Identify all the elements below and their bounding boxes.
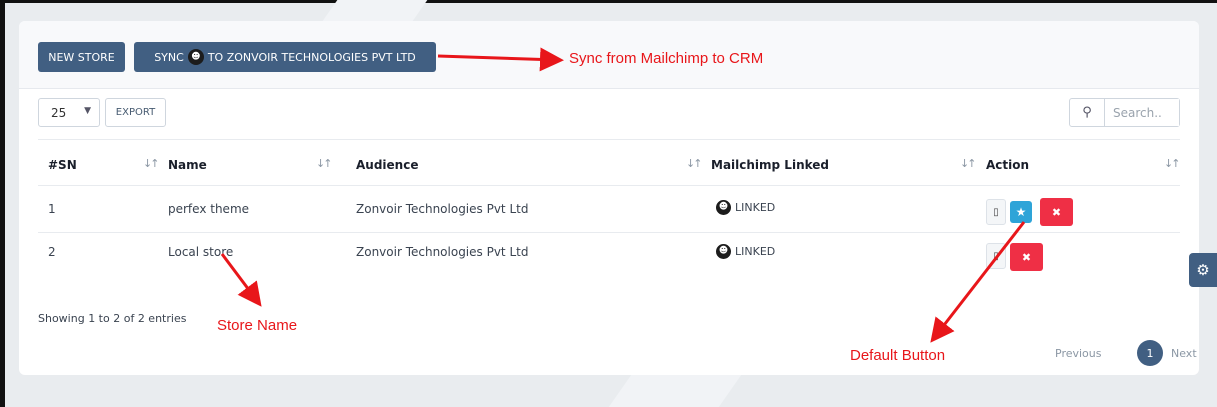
annotation-arrow-store-name <box>220 253 262 307</box>
annotation-arrow-sync <box>437 47 564 72</box>
annotation-sync: Sync from Mailchimp to CRM <box>569 50 764 67</box>
annotation-default-button: Default Button <box>850 347 946 364</box>
annotation-arrow-default-button <box>930 221 1026 343</box>
annotation-store-name: Store Name <box>217 317 298 334</box>
